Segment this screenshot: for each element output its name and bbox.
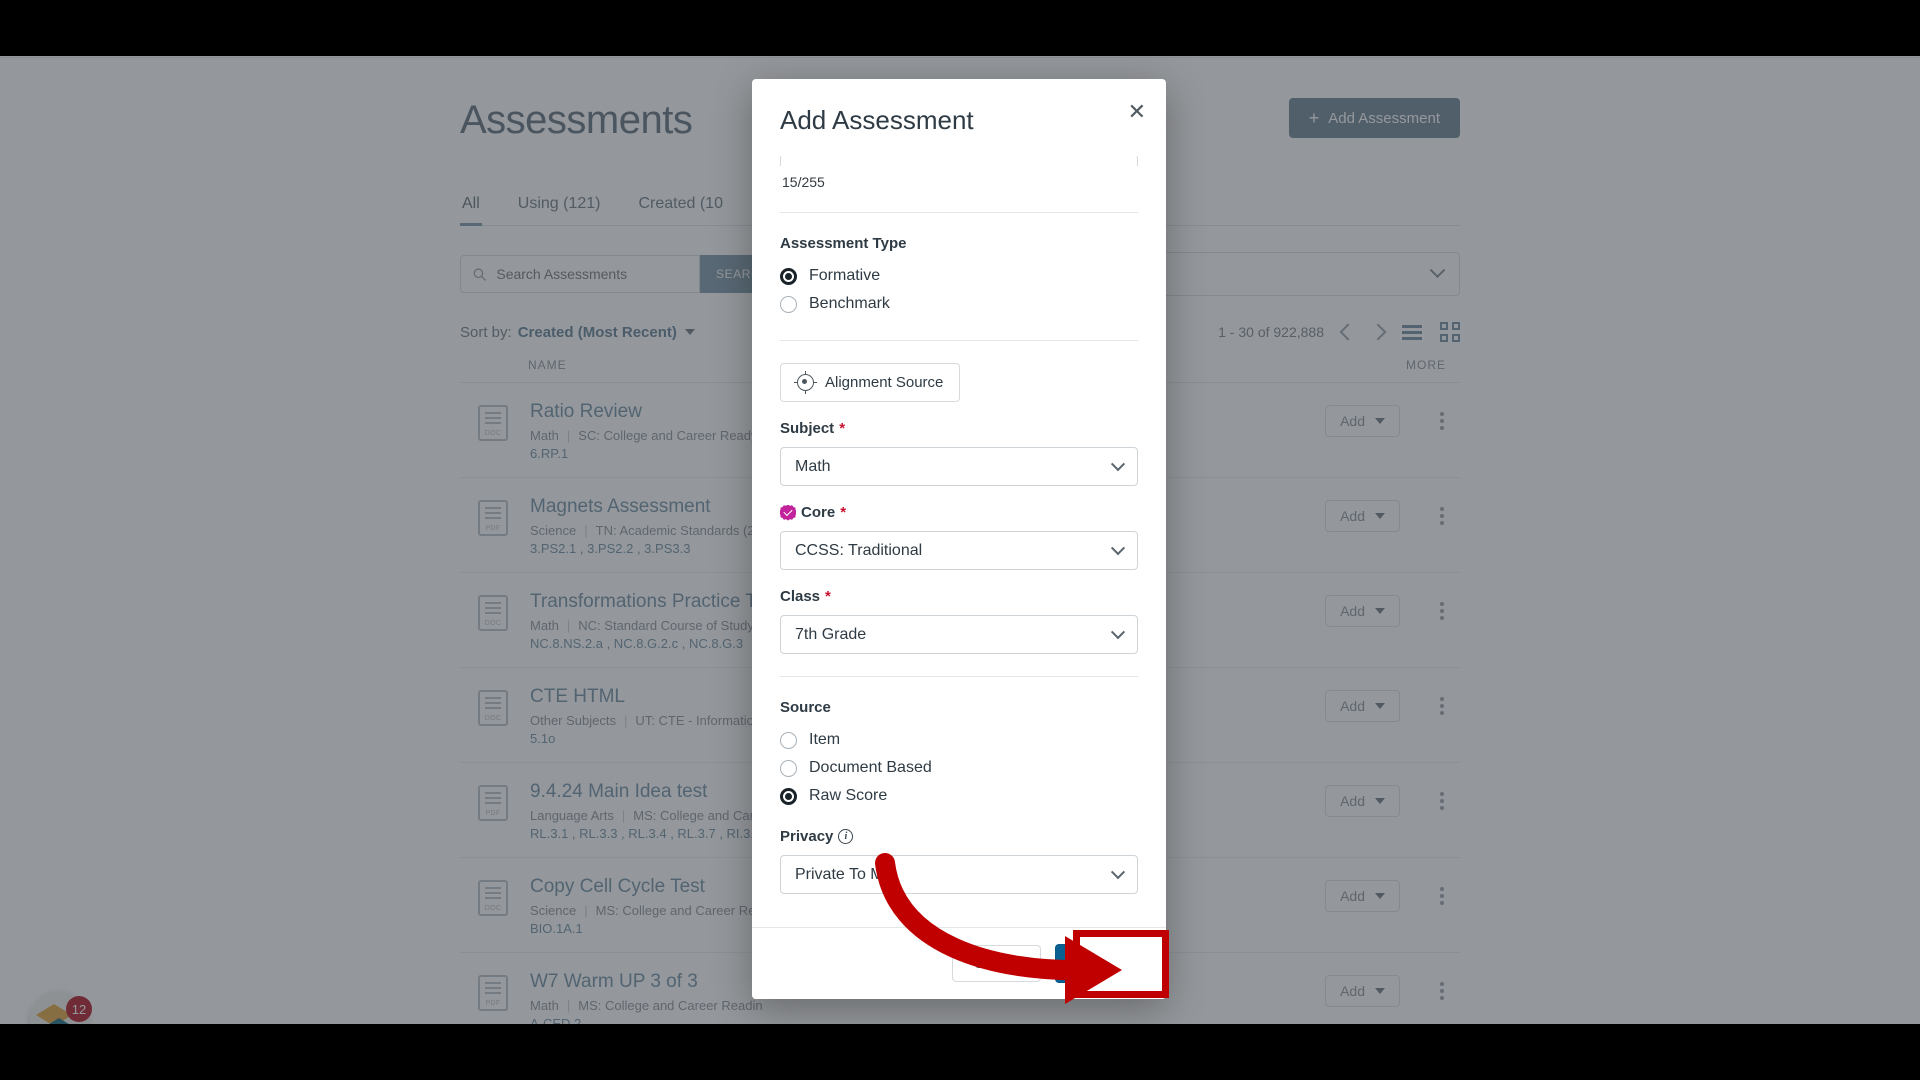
core-verified-badge-icon xyxy=(780,504,796,521)
character-counter: 15/255 xyxy=(782,174,825,190)
privacy-group: Privacy i Private To Me xyxy=(780,828,1138,894)
radio-label: Item xyxy=(809,731,841,748)
subject-label: Subject * xyxy=(780,420,1138,437)
core-group: Core * CCSS: Traditional xyxy=(780,504,1138,570)
subject-select[interactable]: Math xyxy=(780,447,1138,486)
class-group: Class * 7th Grade xyxy=(780,588,1138,654)
core-label-text: Core xyxy=(801,504,836,521)
screen-root: Home Admin Analytics Maps Trackers Ass xyxy=(0,0,1920,1080)
radio-label: Document Based xyxy=(809,759,932,776)
modal-body: 15/255 Assessment Type Formative Benchma… xyxy=(752,156,1166,927)
modal-header: Add Assessment ✕ xyxy=(752,79,1166,156)
required-asterisk: * xyxy=(825,588,831,605)
name-field-clipped[interactable] xyxy=(780,156,1138,166)
class-label-text: Class xyxy=(780,588,821,605)
alignment-source-group: Alignment Source xyxy=(780,363,1138,402)
core-value: CCSS: Traditional xyxy=(795,541,923,559)
radio-benchmark[interactable]: Benchmark xyxy=(780,290,1138,318)
privacy-select[interactable]: Private To Me xyxy=(780,855,1138,894)
source-group: Source Item Document Based Raw Score xyxy=(780,699,1138,810)
class-select[interactable]: 7th Grade xyxy=(780,615,1138,654)
divider xyxy=(780,212,1138,213)
chevron-down-icon xyxy=(1110,456,1126,471)
core-label: Core * xyxy=(780,504,1138,521)
subject-value: Math xyxy=(795,457,831,475)
alignment-source-label: Alignment Source xyxy=(825,374,944,391)
class-value: 7th Grade xyxy=(795,625,867,643)
radio-icon xyxy=(780,295,797,313)
radio-item[interactable]: Item xyxy=(780,726,1138,754)
radio-label: Raw Score xyxy=(809,787,888,804)
info-icon[interactable]: i xyxy=(838,829,854,844)
chevron-down-icon xyxy=(1110,624,1126,639)
radio-icon xyxy=(780,787,797,805)
letterbox-bottom xyxy=(0,1024,1920,1080)
target-icon xyxy=(794,371,817,394)
cancel-button[interactable]: Cancel xyxy=(952,945,1042,982)
radio-raw-score[interactable]: Raw Score xyxy=(780,782,1138,810)
radio-formative[interactable]: Formative xyxy=(780,262,1138,290)
chevron-down-icon xyxy=(1110,540,1126,555)
subject-label-text: Subject xyxy=(780,420,835,437)
divider xyxy=(780,340,1138,341)
radio-icon xyxy=(780,731,797,749)
radio-icon xyxy=(780,759,797,777)
required-asterisk: * xyxy=(840,504,847,521)
class-label: Class * xyxy=(780,588,1138,605)
modal-title: Add Assessment xyxy=(780,105,974,135)
radio-document-based[interactable]: Document Based xyxy=(780,754,1138,782)
core-select[interactable]: CCSS: Traditional xyxy=(780,531,1138,570)
radio-label: Formative xyxy=(809,267,881,284)
assessment-type-label: Assessment Type xyxy=(780,235,907,252)
add-assessment-modal: Add Assessment ✕ 15/255 Assessment Type … xyxy=(752,79,1166,999)
next-button-highlight-box xyxy=(1073,930,1169,998)
radio-icon xyxy=(780,267,797,285)
divider xyxy=(780,676,1138,677)
close-icon[interactable]: ✕ xyxy=(1128,101,1146,123)
assessment-type-group: Assessment Type Formative Benchmark xyxy=(780,235,1138,318)
alignment-source-button[interactable]: Alignment Source xyxy=(780,363,961,402)
source-label: Source xyxy=(780,699,831,716)
subject-group: Subject * Math xyxy=(780,420,1138,486)
privacy-value: Private To Me xyxy=(795,865,893,883)
letterbox-top xyxy=(0,0,1920,56)
required-asterisk: * xyxy=(839,420,846,437)
privacy-label: Privacy i xyxy=(780,828,1138,845)
privacy-label-text: Privacy xyxy=(780,828,834,845)
radio-label: Benchmark xyxy=(809,295,890,312)
chevron-down-icon xyxy=(1110,864,1126,879)
